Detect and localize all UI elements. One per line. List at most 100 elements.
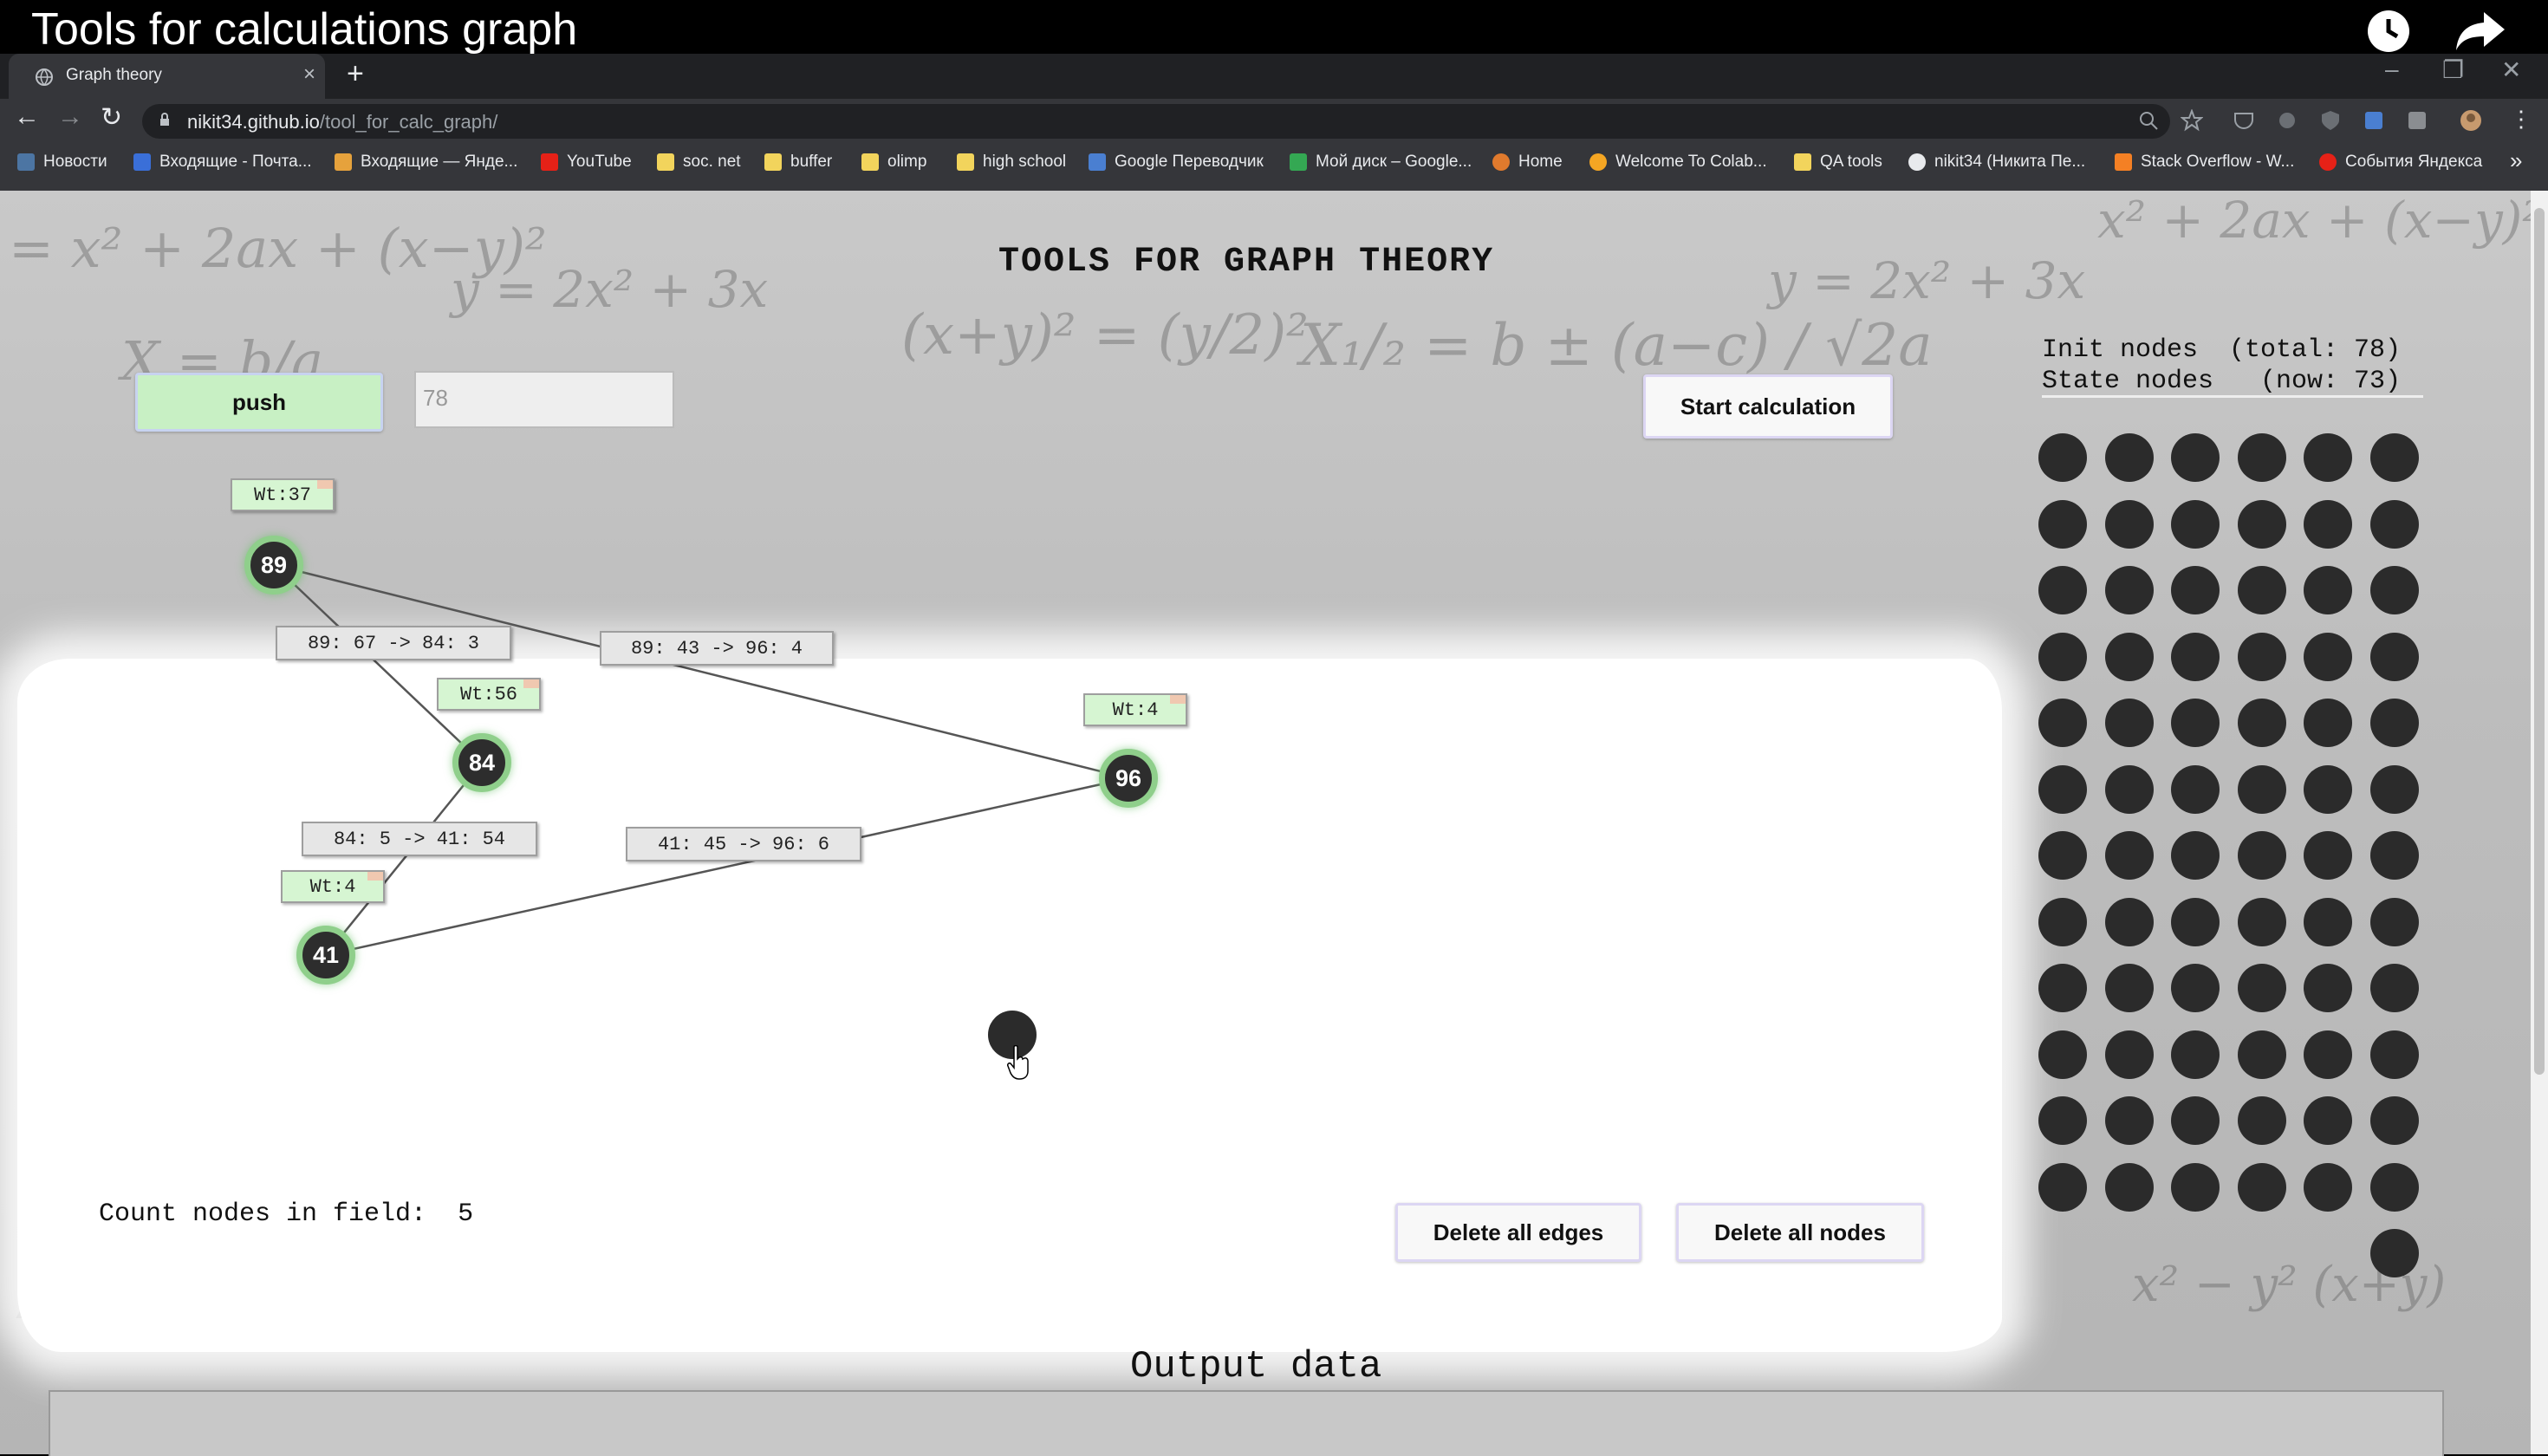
stock-node[interactable] (2171, 964, 2220, 1012)
stock-node[interactable] (2369, 566, 2419, 614)
stock-node[interactable] (2304, 632, 2352, 681)
stock-node[interactable] (2171, 831, 2220, 880)
zoom-icon[interactable] (2137, 109, 2160, 132)
stock-node[interactable] (2038, 566, 2087, 614)
bookmark-folder[interactable]: QA tools (1794, 153, 1882, 172)
bookmarks-overflow-icon[interactable]: » (2510, 147, 2522, 174)
stock-node[interactable] (2104, 499, 2154, 549)
stock-node[interactable] (2304, 1096, 2352, 1145)
stock-node[interactable] (2171, 699, 2220, 747)
stock-node[interactable] (2104, 964, 2154, 1012)
close-window-icon[interactable]: ✕ (2501, 55, 2521, 84)
url-text[interactable]: nikit34.github.io/tool_for_calc_graph/ (187, 111, 497, 133)
node-stock-grid[interactable] (2037, 432, 2427, 1298)
stock-node[interactable] (2369, 897, 2419, 946)
start-calculation-button[interactable]: Start calculation (1643, 374, 1893, 439)
delete-all-nodes-button[interactable]: Delete all nodes (1676, 1203, 1924, 1262)
stock-node[interactable] (2237, 964, 2286, 1012)
stock-node[interactable] (2038, 897, 2087, 946)
bookmark-item[interactable]: Входящие - Почта... (133, 153, 312, 172)
stock-node[interactable] (2171, 433, 2220, 482)
stock-node[interactable] (2369, 499, 2419, 549)
stock-node[interactable] (2104, 632, 2154, 681)
stock-node[interactable] (2237, 764, 2286, 814)
bookmark-folder[interactable]: buffer (764, 153, 832, 172)
bookmark-item[interactable]: Home (1492, 153, 1563, 172)
stock-node[interactable] (2369, 964, 2419, 1012)
stock-node[interactable] (2369, 433, 2419, 482)
graph-node[interactable]: 84 (452, 733, 511, 792)
stock-node[interactable] (2104, 433, 2154, 482)
bookmark-item[interactable]: Stack Overflow - W... (2115, 153, 2294, 172)
bookmark-folder[interactable]: soc. net (657, 153, 741, 172)
scrollbar-thumb[interactable] (2534, 208, 2545, 1075)
stock-node[interactable] (2038, 1162, 2087, 1212)
tab-graph-theory[interactable]: Graph theory × (9, 54, 325, 99)
minimize-icon[interactable]: – (2385, 55, 2399, 83)
stock-node[interactable] (2304, 764, 2352, 814)
restore-icon[interactable]: ❐ (2442, 55, 2464, 84)
stock-node[interactable] (2369, 764, 2419, 814)
stock-node[interactable] (2304, 1162, 2352, 1212)
stock-node[interactable] (2237, 699, 2286, 747)
lock-icon[interactable] (159, 113, 170, 127)
bookmark-item[interactable]: YouTube (541, 153, 632, 172)
stock-node[interactable] (2171, 566, 2220, 614)
stock-node[interactable] (2038, 499, 2087, 549)
stock-node[interactable] (2304, 964, 2352, 1012)
stock-node[interactable] (2171, 764, 2220, 814)
stock-node[interactable] (2104, 897, 2154, 946)
bookmark-folder[interactable]: high school (957, 153, 1066, 172)
stock-node[interactable] (2038, 764, 2087, 814)
stock-node[interactable] (2304, 433, 2352, 482)
node-count-input[interactable]: 78 (414, 371, 674, 428)
reload-icon[interactable]: ↻ (101, 102, 122, 133)
bookmark-star-icon[interactable] (2181, 109, 2203, 132)
stock-node[interactable] (2104, 831, 2154, 880)
stock-node[interactable] (2304, 1030, 2352, 1079)
stock-node[interactable] (2171, 1096, 2220, 1145)
stock-node[interactable] (2038, 964, 2087, 1012)
stock-node[interactable] (2038, 699, 2087, 747)
stock-node[interactable] (2104, 1162, 2154, 1212)
extension-icon[interactable] (2276, 109, 2298, 132)
stock-node[interactable] (2237, 831, 2286, 880)
stock-node[interactable] (2304, 566, 2352, 614)
tab-close-icon[interactable]: × (303, 62, 315, 87)
stock-node[interactable] (2369, 1229, 2419, 1277)
stock-node[interactable] (2038, 1030, 2087, 1079)
bookmark-folder[interactable]: olimp (861, 153, 926, 172)
menu-kebab-icon[interactable]: ⋮ (2510, 106, 2532, 133)
bookmark-item[interactable]: Google Переводчик (1089, 153, 1264, 172)
stock-node[interactable] (2237, 499, 2286, 549)
stock-node[interactable] (2237, 1096, 2286, 1145)
stock-node[interactable] (2171, 632, 2220, 681)
pocket-extension-icon[interactable] (2233, 109, 2255, 132)
graph-node[interactable]: 41 (296, 926, 355, 985)
stock-node[interactable] (2171, 1030, 2220, 1079)
stock-node[interactable] (2104, 764, 2154, 814)
share-icon[interactable] (2453, 5, 2508, 54)
stock-node[interactable] (2369, 1096, 2419, 1145)
stock-node[interactable] (2369, 699, 2419, 747)
stock-node[interactable] (2237, 566, 2286, 614)
stock-node[interactable] (2237, 1162, 2286, 1212)
stock-node[interactable] (2171, 897, 2220, 946)
stock-node[interactable] (2369, 1030, 2419, 1079)
bookmark-item[interactable]: Welcome To Colab... (1589, 153, 1767, 172)
bookmark-item[interactable]: Входящие — Янде... (335, 153, 517, 172)
stock-node[interactable] (2038, 831, 2087, 880)
stock-node[interactable] (2237, 1030, 2286, 1079)
stock-node[interactable] (2304, 699, 2352, 747)
forward-icon[interactable]: → (57, 102, 83, 132)
bookmark-item[interactable]: События Яндекса (2319, 153, 2482, 172)
profile-avatar-icon[interactable] (2460, 109, 2482, 132)
graph-node[interactable]: 96 (1099, 749, 1158, 808)
stock-node[interactable] (2304, 499, 2352, 549)
stock-node[interactable] (2369, 632, 2419, 681)
stock-node[interactable] (2038, 632, 2087, 681)
stock-node[interactable] (2237, 897, 2286, 946)
bookmark-item[interactable]: nikit34 (Никита Пе... (1908, 153, 2085, 172)
push-button[interactable]: push (135, 373, 383, 432)
translate-extension-icon[interactable] (2363, 109, 2385, 132)
